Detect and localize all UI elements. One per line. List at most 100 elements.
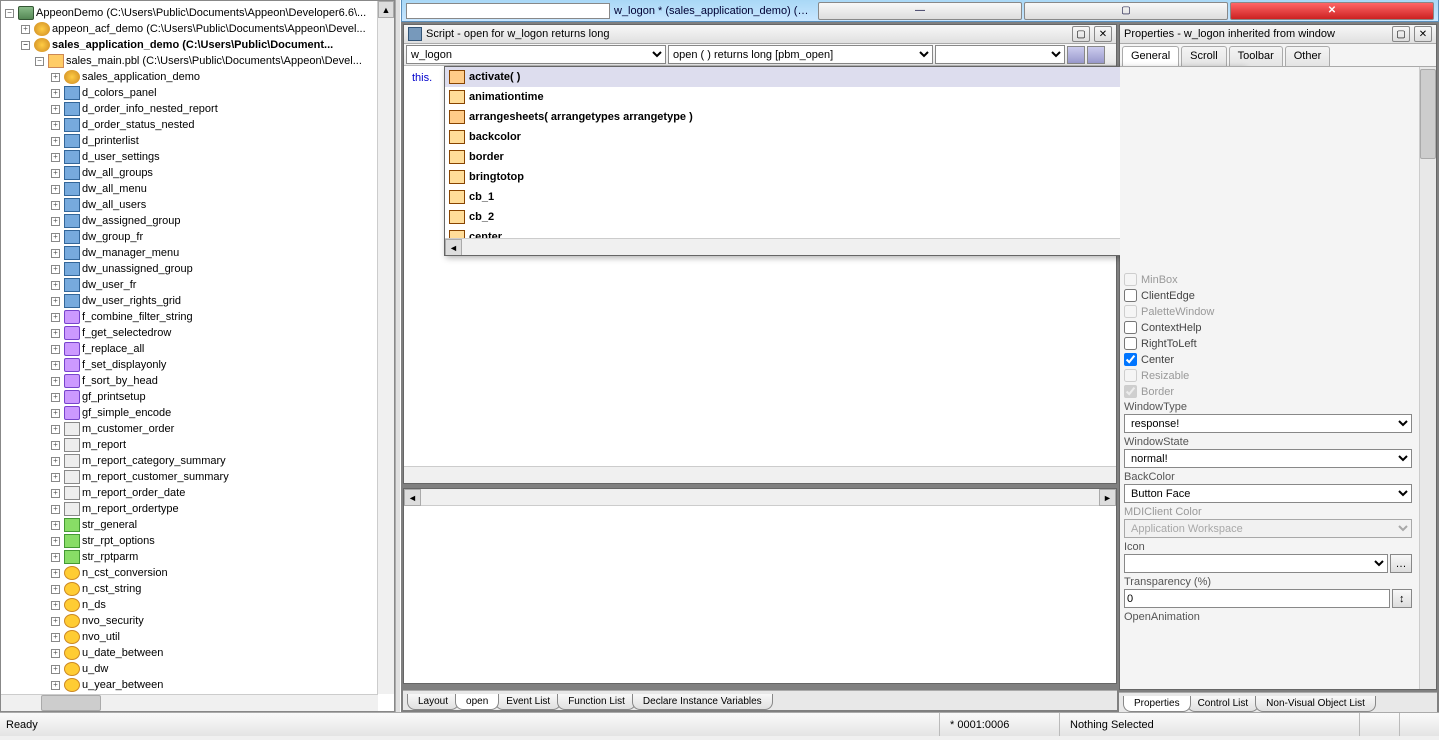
expand-icon[interactable]: + <box>51 633 60 642</box>
expand-icon[interactable]: + <box>51 281 60 290</box>
expand-icon[interactable]: + <box>51 329 60 338</box>
tree-item[interactable]: +d_printerlist <box>3 133 392 149</box>
checkbox-input[interactable] <box>1124 321 1137 334</box>
tree-item[interactable]: +str_general <box>3 517 392 533</box>
tree-item[interactable]: +f_set_displayonly <box>3 357 392 373</box>
system-tree[interactable]: − AppeonDemo (C:\Users\Public\Documents\… <box>0 0 395 712</box>
tree-item[interactable]: +f_sort_by_head <box>3 373 392 389</box>
view-tab[interactable]: Layout <box>407 694 459 710</box>
expand-icon[interactable]: − <box>5 9 14 18</box>
expand-icon[interactable]: + <box>51 665 60 674</box>
view-tab[interactable]: Event List <box>495 694 561 710</box>
ancestor-dropdown[interactable] <box>935 45 1065 64</box>
expand-icon[interactable]: + <box>51 121 60 130</box>
expand-icon[interactable]: + <box>51 233 60 242</box>
expand-icon[interactable]: + <box>51 441 60 450</box>
scroll-left-icon[interactable]: ◄ <box>445 239 462 256</box>
expand-icon[interactable]: + <box>51 457 60 466</box>
tree-item[interactable]: +n_cst_string <box>3 581 392 597</box>
expand-icon[interactable]: + <box>51 201 60 210</box>
tree-item[interactable]: +f_get_selectedrow <box>3 325 392 341</box>
tree-item[interactable]: +dw_group_fr <box>3 229 392 245</box>
expand-icon[interactable]: + <box>51 489 60 498</box>
minimize-button[interactable]: — <box>818 2 1022 20</box>
view-tab[interactable]: Declare Instance Variables <box>632 694 773 710</box>
tree-item[interactable]: +nvo_security <box>3 613 392 629</box>
property-tab[interactable]: General <box>1122 46 1179 66</box>
tree-item[interactable]: +dw_assigned_group <box>3 213 392 229</box>
object-dropdown[interactable]: w_logon <box>406 45 666 64</box>
expand-icon[interactable]: + <box>51 521 60 530</box>
view-tab[interactable]: Function List <box>557 694 636 710</box>
tree-item[interactable]: +d_order_status_nested <box>3 117 392 133</box>
windowtype-select[interactable]: response! <box>1124 414 1412 433</box>
tree-item[interactable]: +m_report_ordertype <box>3 501 392 517</box>
checkbox-input[interactable] <box>1124 337 1137 350</box>
expand-icon[interactable]: + <box>51 473 60 482</box>
prop-checkbox-row[interactable]: Center <box>1124 353 1412 366</box>
toggle-button-2[interactable] <box>1087 46 1105 64</box>
expand-icon[interactable]: + <box>51 73 60 82</box>
tree-item[interactable]: +n_ds <box>3 597 392 613</box>
expand-icon[interactable]: + <box>51 537 60 546</box>
property-view-tab[interactable]: Control List <box>1187 696 1260 712</box>
expand-icon[interactable]: + <box>51 345 60 354</box>
expand-icon[interactable]: + <box>51 649 60 658</box>
expand-icon[interactable]: − <box>21 41 30 50</box>
expand-icon[interactable]: + <box>21 25 30 34</box>
expand-icon[interactable]: + <box>51 185 60 194</box>
layout-hscroll[interactable]: ◄ ► <box>404 489 1116 506</box>
expand-icon[interactable]: + <box>51 297 60 306</box>
expand-icon[interactable]: + <box>51 409 60 418</box>
tree-item[interactable]: +n_cst_conversion <box>3 565 392 581</box>
tree-item[interactable]: +f_replace_all <box>3 341 392 357</box>
browse-button[interactable]: … <box>1390 554 1412 573</box>
expand-icon[interactable]: + <box>51 681 60 690</box>
expand-icon[interactable]: + <box>51 505 60 514</box>
checkbox-input[interactable] <box>1124 353 1137 366</box>
pane-restore-button[interactable]: ▢ <box>1072 26 1090 42</box>
spinner-button[interactable]: ↕ <box>1392 589 1412 608</box>
autocomplete-hscroll[interactable]: ◄ ► <box>445 238 1226 255</box>
tree-root[interactable]: − AppeonDemo (C:\Users\Public\Documents\… <box>3 5 392 21</box>
layout-pane[interactable]: ◄ ► <box>403 488 1117 684</box>
expand-icon[interactable]: + <box>51 569 60 578</box>
toggle-button-1[interactable] <box>1067 46 1085 64</box>
property-tab[interactable]: Scroll <box>1181 46 1227 66</box>
tree-pbl[interactable]: − sales_main.pbl (C:\Users\Public\Docume… <box>3 53 392 69</box>
tree-item[interactable]: +d_colors_panel <box>3 85 392 101</box>
tree-hscrollbar[interactable] <box>1 694 378 711</box>
prop-checkbox-row[interactable]: ClientEdge <box>1124 289 1412 302</box>
tree-item[interactable]: +dw_manager_menu <box>3 245 392 261</box>
tree-vscrollbar[interactable]: ▲ <box>377 1 394 694</box>
prop-checkbox-row[interactable]: RightToLeft <box>1124 337 1412 350</box>
property-tab[interactable]: Toolbar <box>1229 46 1283 66</box>
script-hscroll[interactable] <box>404 466 1116 483</box>
code-editor[interactable]: this. activate( )animationtimearrangeshe… <box>404 66 1116 466</box>
expand-icon[interactable]: + <box>51 393 60 402</box>
maximize-button[interactable]: ▢ <box>1024 2 1228 20</box>
checkbox-input[interactable] <box>1124 289 1137 302</box>
transparency-input[interactable] <box>1124 589 1390 608</box>
expand-icon[interactable]: + <box>51 617 60 626</box>
tree-item[interactable]: +d_order_info_nested_report <box>3 101 392 117</box>
tree-item[interactable]: +dw_all_groups <box>3 165 392 181</box>
pane-close-button[interactable]: ✕ <box>1094 26 1112 42</box>
pane-restore-button[interactable]: ▢ <box>1392 26 1410 42</box>
properties-vscroll[interactable] <box>1419 67 1436 689</box>
expand-icon[interactable]: + <box>51 425 60 434</box>
property-view-tab[interactable]: Properties <box>1123 696 1191 712</box>
tree-item[interactable]: +dw_unassigned_group <box>3 261 392 277</box>
event-dropdown[interactable]: open ( ) returns long [pbm_open] <box>668 45 933 64</box>
tree-item[interactable]: +u_dw <box>3 661 392 677</box>
tree-target-active[interactable]: − sales_application_demo (C:\Users\Publi… <box>3 37 392 53</box>
expand-icon[interactable]: + <box>51 137 60 146</box>
expand-icon[interactable]: − <box>35 57 44 66</box>
tree-item[interactable]: +str_rpt_options <box>3 533 392 549</box>
expand-icon[interactable]: + <box>51 89 60 98</box>
tree-item[interactable]: +dw_all_menu <box>3 181 392 197</box>
expand-icon[interactable]: + <box>51 377 60 386</box>
expand-icon[interactable]: + <box>51 585 60 594</box>
tree-item[interactable]: +m_report_category_summary <box>3 453 392 469</box>
expand-icon[interactable]: + <box>51 169 60 178</box>
